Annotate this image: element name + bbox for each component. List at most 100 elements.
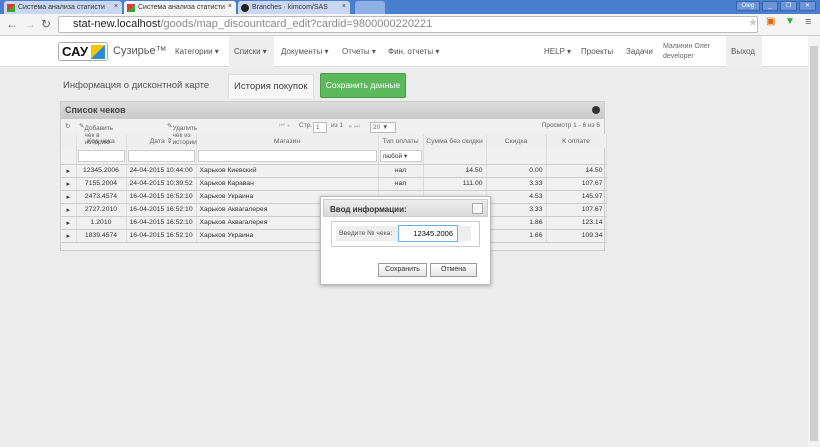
close-icon[interactable]: × xyxy=(228,3,232,10)
url-input[interactable]: stat-new.localhost/goods/map_discountcar… xyxy=(58,16,758,33)
extension-icon[interactable]: ▣ xyxy=(766,16,775,27)
menu-reports[interactable]: Отчеты ▾ xyxy=(337,36,381,67)
grid-caption: Список чеков xyxy=(65,105,126,115)
first-prev-page-icon[interactable]: ⏮ ◂ xyxy=(279,122,290,130)
expand-row-icon[interactable]: ▸ xyxy=(61,216,77,230)
expand-row-icon[interactable]: ▸ xyxy=(61,229,77,243)
table-cell: 16-04-2015 16:52:10 xyxy=(126,229,197,243)
table-row[interactable]: ▸ 12345.2006 24-04-2015 10:44:00 Харьков Ки… xyxy=(61,164,607,178)
table-cell: 2473.4574 xyxy=(76,190,127,204)
expand-row-icon[interactable]: ▸ xyxy=(61,203,77,217)
site-navbar: САУ Сузирье™ Категории ▾ Списки ▾ Докуме… xyxy=(0,36,808,67)
page-label: Стр. xyxy=(299,122,313,129)
table-cell: 4.53 xyxy=(486,190,547,204)
tab-purchase-history[interactable]: История покупок xyxy=(228,74,314,98)
filter-date-input[interactable] xyxy=(127,149,195,162)
menu-projects[interactable]: Проекты xyxy=(576,36,618,67)
menu-icon[interactable]: ≡ xyxy=(805,16,811,28)
table-cell: 14.50 xyxy=(546,164,607,178)
table-cell: 24-04-2015 10:44:00 xyxy=(126,164,197,178)
table-cell: 24-04-2015 10:39:52 xyxy=(126,177,197,191)
browser-tab-active[interactable]: Система анализа статисти × xyxy=(124,1,236,14)
table-cell: 109.34 xyxy=(546,229,607,243)
close-window-icon[interactable]: ✕ xyxy=(798,1,816,11)
table-cell: 107.67 xyxy=(546,177,607,191)
back-icon[interactable]: ← xyxy=(6,17,18,31)
grid-toolbar: ↻ ✎ Добавить чек в историю ✎ Удалить чек… xyxy=(61,119,604,146)
brand-name: Сузирье™ xyxy=(113,45,167,57)
expand-row-icon[interactable]: ▸ xyxy=(61,177,77,191)
col-to-pay[interactable]: К оплате xyxy=(546,134,607,148)
expand-row-icon[interactable]: ▸ xyxy=(61,164,77,178)
new-tab-button[interactable] xyxy=(355,1,385,14)
table-cell: 111.00 xyxy=(423,177,487,191)
menu-lists[interactable]: Списки ▾ xyxy=(229,36,274,67)
next-last-page-icon[interactable]: ▸ ⏭ xyxy=(349,122,360,131)
browser-tab[interactable]: Система анализа статисти × xyxy=(4,1,122,14)
profile-badge[interactable]: Oleg xyxy=(735,1,761,11)
table-cell: 7155.2004 xyxy=(76,177,127,191)
receipt-number-input[interactable] xyxy=(398,225,458,242)
tab-card-info[interactable]: Информация о дисконтной карте xyxy=(58,74,214,98)
download-extension-icon[interactable]: ▼ xyxy=(785,16,795,27)
dialog-cancel-button[interactable]: Отмена xyxy=(430,263,477,277)
collapse-icon[interactable] xyxy=(592,106,600,114)
table-cell: 3.33 xyxy=(486,177,547,191)
minimize-icon[interactable]: _ xyxy=(762,1,778,11)
close-icon[interactable]: × xyxy=(114,3,118,10)
table-cell: 16-04-2015 16:52:10 xyxy=(126,203,197,217)
scrollbar-thumb[interactable] xyxy=(810,46,818,441)
table-cell: Харьков Караван xyxy=(196,177,379,191)
close-icon[interactable]: × xyxy=(342,3,346,10)
page-scrollbar[interactable] xyxy=(808,36,820,447)
github-icon xyxy=(241,4,249,12)
forward-icon[interactable]: → xyxy=(24,17,36,31)
col-payment-type[interactable]: Тип оплаты xyxy=(378,134,424,148)
filter-store-input[interactable] xyxy=(197,149,377,162)
filter-payment-select[interactable]: любой ▾ xyxy=(379,149,422,162)
table-cell: 145.97 xyxy=(546,190,607,204)
save-data-button[interactable]: Сохранить данные xyxy=(320,73,406,98)
user-info[interactable]: Малинин Олег developer xyxy=(663,42,710,62)
table-cell: нал xyxy=(378,164,424,178)
add-receipt-button[interactable]: ✎ Добавить чек в историю xyxy=(79,122,113,146)
col-store[interactable]: Магазин xyxy=(196,134,379,148)
table-cell: 0.00 xyxy=(486,164,547,178)
table-cell: Харьков Киевский xyxy=(196,164,379,178)
table-cell: 3.33 xyxy=(486,203,547,217)
page-input[interactable]: 1 xyxy=(313,122,327,133)
table-cell: 12345.2006 xyxy=(76,164,127,178)
view-records: Просмотр 1 - 6 из 6 xyxy=(541,122,600,129)
favicon-icon xyxy=(127,4,135,12)
menu-fin-reports[interactable]: Фин. отчеты ▾ xyxy=(383,36,444,67)
expand-row-icon[interactable]: ▸ xyxy=(61,190,77,204)
table-cell: 1.66 xyxy=(486,229,547,243)
menu-tasks[interactable]: Задачи xyxy=(621,36,658,67)
browser-tab-strip: Система анализа статисти × Система анализ… xyxy=(0,0,820,14)
remove-receipt-button[interactable]: ✎ Удалить чек из истории xyxy=(167,122,197,146)
col-sum[interactable]: Сумма без скидки xyxy=(423,134,487,148)
bookmark-star-icon[interactable]: ★ xyxy=(748,16,758,29)
table-cell: 1839.4574 xyxy=(76,229,127,243)
dialog-save-button[interactable]: Сохранить xyxy=(378,263,427,277)
menu-documents[interactable]: Документы ▾ xyxy=(276,36,333,67)
browser-tab[interactable]: Branches · kimcom/SAS × xyxy=(238,1,350,14)
logo-mark-icon xyxy=(91,45,105,59)
dialog-close-button[interactable] xyxy=(472,203,483,214)
col-discount[interactable]: Скидка xyxy=(486,134,547,148)
refresh-icon[interactable]: ↻ xyxy=(65,122,70,130)
table-cell: 2727.2010 xyxy=(76,203,127,217)
table-cell: нал xyxy=(378,177,424,191)
page-size-select[interactable]: 20 ▼ xyxy=(370,122,396,133)
reload-icon[interactable]: ↻ xyxy=(41,17,51,31)
table-row[interactable]: ▸ 7155.2004 24-04-2015 10:39:52 Харьков Кар… xyxy=(61,177,607,191)
restore-icon[interactable]: ❐ xyxy=(779,1,797,11)
table-cell: 1.2010 xyxy=(76,216,127,230)
favicon-icon xyxy=(7,4,15,12)
menu-help[interactable]: HELP ▾ xyxy=(539,36,576,67)
input-dialog: Ввод информации: Введите № чека: Сохрани… xyxy=(320,196,491,285)
filter-code-input[interactable] xyxy=(77,149,125,162)
menu-categories[interactable]: Категории ▾ xyxy=(170,36,224,67)
logo[interactable]: САУ xyxy=(58,42,108,61)
logout-link[interactable]: Выход xyxy=(726,36,762,67)
